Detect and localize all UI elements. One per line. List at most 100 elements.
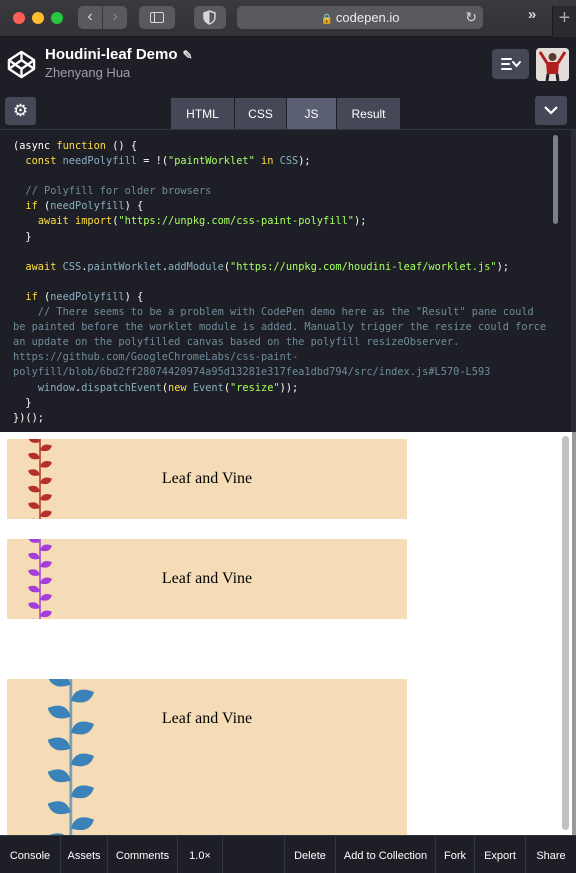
- demo-box-2: Leaf and Vine: [7, 539, 407, 619]
- back-button[interactable]: ‹: [78, 6, 102, 29]
- code-token: https://github.com/GoogleChromeLabs/css-…: [13, 351, 299, 364]
- code-token: import: [75, 215, 113, 228]
- comments-button[interactable]: Comments: [108, 836, 178, 873]
- scrollbar-thumb[interactable]: [562, 436, 569, 830]
- export-button[interactable]: Export: [474, 836, 525, 873]
- code-token: CSS: [62, 260, 82, 273]
- url-text: codepen.io: [335, 10, 400, 25]
- code-token: in: [261, 155, 274, 168]
- code-token: await: [37, 215, 69, 228]
- delete-button[interactable]: Delete: [284, 836, 335, 873]
- reload-icon[interactable]: ↻: [465, 6, 477, 29]
- gear-icon: ⚙: [12, 101, 29, 120]
- code-line[interactable]: }: [13, 396, 551, 411]
- code-token: );: [298, 155, 311, 168]
- zoom-button[interactable]: 1.0×: [178, 836, 223, 873]
- editor-scrollbar[interactable]: [553, 135, 558, 224]
- code-token: window: [37, 381, 76, 394]
- code-token: (: [37, 290, 51, 303]
- code-token: needPolyfill: [50, 290, 125, 303]
- code-line[interactable]: be painted before the worklet module is …: [13, 320, 551, 335]
- add-to-collection-button[interactable]: Add to Collection: [335, 836, 435, 873]
- chevron-left-icon: ‹: [87, 8, 93, 25]
- tab-css[interactable]: CSS: [235, 98, 287, 129]
- code-line[interactable]: })();: [13, 411, 551, 426]
- code-token: new: [168, 381, 187, 394]
- code-token: an update on the polyfilled canvas based…: [13, 336, 460, 349]
- code-token: (: [37, 200, 51, 213]
- code-token: ));: [279, 381, 299, 394]
- console-button[interactable]: Console: [0, 836, 61, 873]
- pen-header: Houdini-leaf Demo ✎ Zhenyang Hua: [0, 37, 576, 92]
- sidebar-toggle-button[interactable]: [139, 6, 175, 29]
- code-token: be painted before the worklet module is …: [13, 321, 547, 334]
- demo-label: Leaf and Vine: [161, 570, 253, 587]
- code-line[interactable]: [13, 169, 551, 184]
- pen-title[interactable]: Houdini-leaf Demo ✎: [45, 46, 193, 63]
- code-line[interactable]: https://github.com/GoogleChromeLabs/css-…: [13, 350, 551, 365]
- user-avatar[interactable]: [536, 48, 569, 81]
- tab-result[interactable]: Result: [337, 98, 401, 129]
- code-line[interactable]: [13, 245, 551, 260]
- layout-icon: [501, 58, 521, 70]
- code-line[interactable]: }: [13, 230, 551, 245]
- demo-box-3: Leaf and Vine: [7, 679, 407, 839]
- leaf: [47, 801, 71, 815]
- code-line[interactable]: if (needPolyfill) {: [13, 199, 551, 214]
- js-code-editor[interactable]: (async function () { const needPolyfill …: [0, 129, 576, 433]
- editor-options-button[interactable]: [535, 96, 567, 125]
- result-pane: Leaf and Vine Leaf and Vine Leaf and Vin…: [0, 432, 576, 839]
- code-line[interactable]: const needPolyfill = !("paintWorklet" in…: [13, 154, 551, 169]
- close-window-button[interactable]: [13, 12, 25, 24]
- result-scrollbar[interactable]: [558, 436, 572, 832]
- browser-toolbar: ‹ › 🔒 codepen.io ↻ » +: [0, 0, 576, 37]
- code-line[interactable]: an update on the polyfilled canvas based…: [13, 335, 551, 350]
- change-view-button[interactable]: [492, 49, 529, 79]
- code-line[interactable]: await CSS.paintWorklet.addModule("https:…: [13, 260, 551, 275]
- code-token: "https://unpkg.com/css-paint-polyfill": [118, 215, 354, 228]
- code-token: }: [13, 230, 32, 243]
- leaf: [70, 785, 94, 799]
- pen-author[interactable]: Zhenyang Hua: [45, 65, 130, 80]
- leaf: [47, 769, 71, 783]
- code-line[interactable]: window.dispatchEvent(new Event("resize")…: [13, 381, 551, 396]
- new-tab-button[interactable]: +: [552, 6, 576, 37]
- code-token: "https://unpkg.com/houdini-leaf/worklet.…: [230, 260, 497, 273]
- code-line[interactable]: (async function () {: [13, 139, 551, 154]
- editor-tab-bar: ⚙ HTML CSS JS Result: [0, 92, 576, 129]
- plus-icon: +: [558, 7, 571, 29]
- code-token: polyfill/blob/6bd2ff28074420974a95d13281…: [13, 366, 491, 379]
- window-edge: [572, 432, 576, 835]
- code-line[interactable]: // There seems to be a problem with Code…: [13, 305, 551, 320]
- code-line[interactable]: polyfill/blob/6bd2ff28074420974a95d13281…: [13, 365, 551, 380]
- address-bar[interactable]: 🔒 codepen.io ↻: [237, 6, 483, 29]
- privacy-report-button[interactable]: [194, 6, 226, 29]
- code-token: needPolyfill: [50, 200, 125, 213]
- code-token: "resize": [230, 381, 280, 394]
- settings-button[interactable]: ⚙: [5, 97, 36, 125]
- tab-js[interactable]: JS: [287, 98, 337, 129]
- code-content[interactable]: (async function () { const needPolyfill …: [13, 139, 551, 426]
- toolbar-overflow-button[interactable]: »: [528, 6, 536, 23]
- codepen-logo-icon[interactable]: [6, 49, 37, 80]
- pencil-icon[interactable]: ✎: [183, 48, 193, 62]
- minimize-window-button[interactable]: [32, 12, 44, 24]
- code-token: })();: [13, 411, 44, 424]
- assets-button[interactable]: Assets: [61, 836, 108, 873]
- code-token: ) {: [124, 200, 144, 213]
- leaf: [70, 817, 94, 831]
- code-line[interactable]: // Polyfill for older browsers: [13, 184, 551, 199]
- pen-footer: Console Assets Comments 1.0× Delete Add …: [0, 835, 576, 873]
- tab-html[interactable]: HTML: [171, 98, 235, 129]
- code-token: );: [496, 260, 510, 273]
- code-line[interactable]: if (needPolyfill) {: [13, 290, 551, 305]
- code-line[interactable]: await import("https://unpkg.com/css-pain…: [13, 214, 551, 229]
- share-button[interactable]: Share: [525, 836, 576, 873]
- zoom-window-button[interactable]: [51, 12, 63, 24]
- code-line[interactable]: [13, 275, 551, 290]
- forward-button[interactable]: ›: [103, 6, 127, 29]
- fork-button[interactable]: Fork: [435, 836, 474, 873]
